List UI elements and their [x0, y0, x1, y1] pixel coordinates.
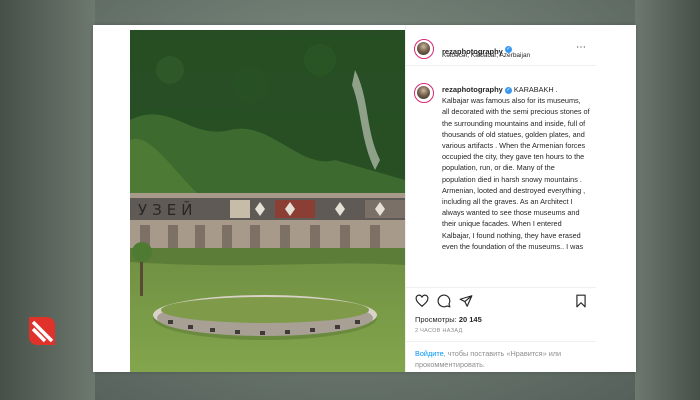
- caption-body: Kalbajar was famous also for its museums…: [442, 96, 590, 251]
- location-link[interactable]: Kəlbəcər, Kalbacar, Azerbaijan: [442, 52, 530, 59]
- post-header: rezaphotography ✓ Kəlbəcər, Kalbacar, Aze…: [406, 25, 596, 66]
- post-caption: rezaphotography ✓ KARABAKH . Kalbajar was…: [442, 84, 590, 284]
- views-label: Просмотры:: [415, 315, 457, 324]
- views-number: 20 145: [458, 315, 482, 324]
- post-timestamp[interactable]: 2 ЧАСОВ НАЗАД: [415, 328, 463, 334]
- wall-inscription: УЗЕЙ: [138, 200, 197, 219]
- action-bar: [406, 287, 596, 314]
- caption-username[interactable]: rezaphotography: [442, 85, 503, 94]
- caption-intro: KARABAKH .: [513, 85, 558, 94]
- share-icon[interactable]: [459, 294, 473, 308]
- bookmark-icon[interactable]: [574, 294, 588, 308]
- post-photo[interactable]: УЗЕЙ: [130, 30, 405, 372]
- views-count[interactable]: Просмотры: 20 145: [415, 315, 482, 324]
- avatar[interactable]: [414, 39, 434, 59]
- heart-icon[interactable]: [415, 294, 429, 308]
- instagram-post-card: УЗЕЙ rezaphotography ✓ Kəlbəcər, Kalbaca…: [93, 25, 636, 372]
- post-sidebar: rezaphotography ✓ Kəlbəcər, Kalbacar, Aze…: [405, 25, 596, 372]
- brand-logo-icon: [29, 317, 55, 345]
- login-link[interactable]: Войдите: [415, 349, 444, 358]
- more-options-icon[interactable]: ⋯: [576, 42, 587, 53]
- comment-icon[interactable]: [437, 294, 451, 308]
- background-right: [635, 0, 700, 400]
- login-prompt: Войдите, чтобы поставить «Нравится» или …: [406, 341, 596, 373]
- verified-icon: ✓: [504, 86, 512, 94]
- caption-avatar[interactable]: [414, 83, 434, 103]
